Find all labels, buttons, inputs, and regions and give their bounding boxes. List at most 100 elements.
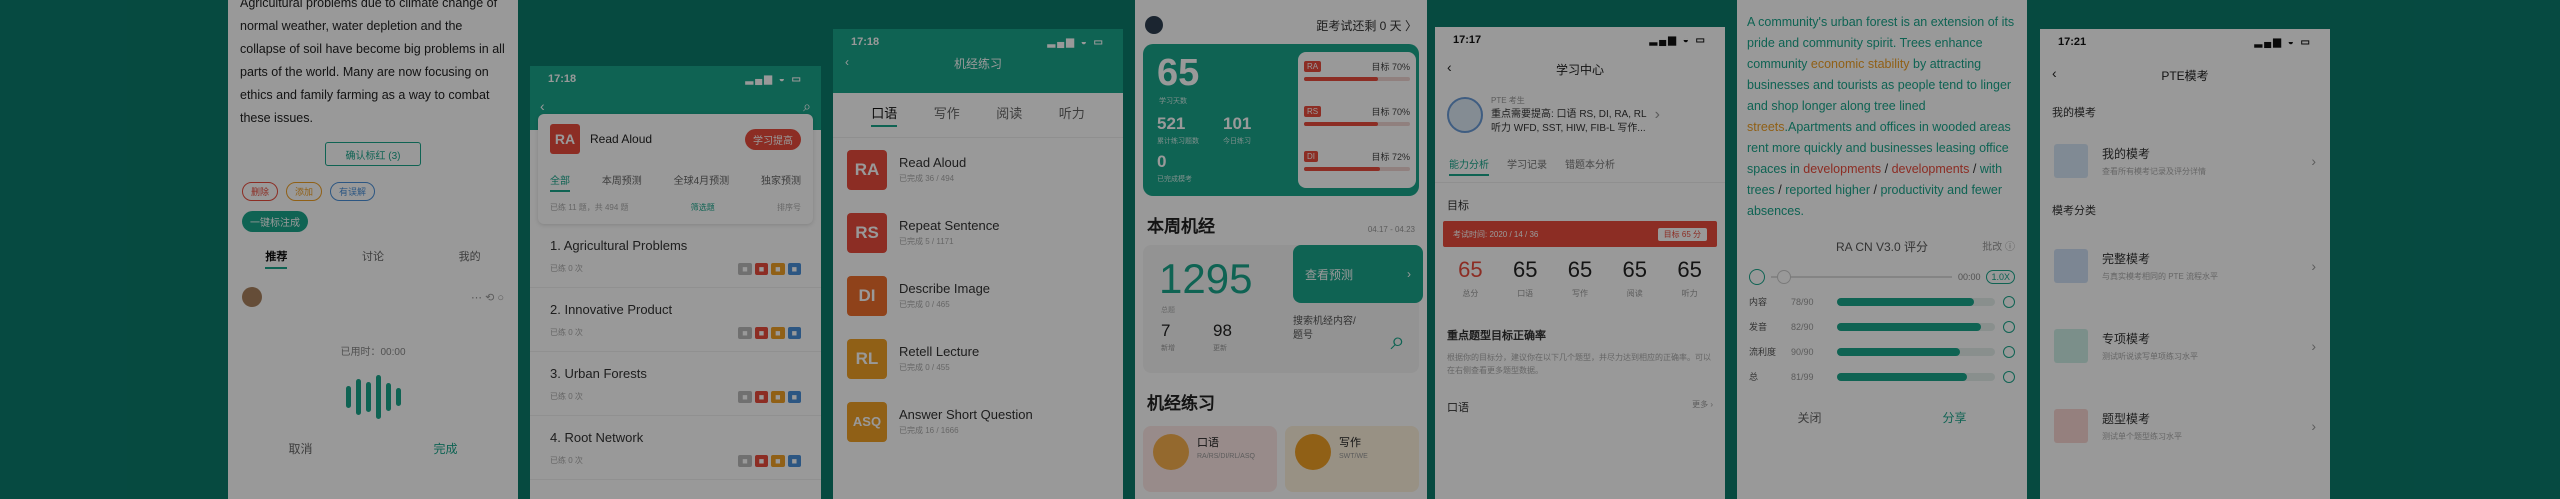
tab-listening[interactable]: 听力 [1059, 103, 1085, 127]
close-button[interactable]: 关闭 [1797, 409, 1821, 426]
tab-ability[interactable]: 能力分析 [1449, 156, 1489, 176]
list-item[interactable]: 专项模考 测试听说读写单项练习水平 › [2040, 306, 2330, 386]
cancel-button[interactable]: 取消 [288, 440, 312, 457]
confirm-button[interactable]: 确认标红 (3) [325, 142, 421, 166]
tab-reading[interactable]: 阅读 [996, 103, 1022, 127]
speed-button[interactable]: 1.0X [1986, 270, 2015, 284]
back-icon[interactable]: ‹ [845, 55, 849, 69]
tab-recommend[interactable]: 推荐 [265, 248, 288, 269]
writing-card[interactable]: 写作 SWT/WE [1285, 426, 1419, 492]
list-item[interactable]: RS Repeat Sentence 已完成 5 / 1171 [833, 201, 1123, 264]
tab-all[interactable]: 全部 [550, 172, 570, 192]
profile-card[interactable]: PTE 考生 重点需要提高: 口语 RS, DI, RA, RL 听力 WFD,… [1435, 86, 1725, 144]
list-item[interactable]: ASQ Answer Short Question 已完成 16 / 1666 [833, 390, 1123, 453]
search-label: 搜索机经内容/题号 [1293, 316, 1356, 341]
done-button[interactable]: 完成 [433, 440, 457, 457]
back-icon[interactable]: ‹ [1447, 59, 1452, 75]
avatar [242, 287, 262, 307]
chevron-right-icon: › [2311, 338, 2316, 354]
asq-icon: ASQ [847, 401, 887, 442]
highlighted-passage: A community's urban forest is an extensi… [1747, 15, 2015, 218]
chevron-right-icon: › [2311, 258, 2316, 274]
status-time: 17:18 [851, 36, 880, 48]
share-button[interactable]: 分享 [1942, 409, 1966, 426]
play-icon[interactable] [1749, 269, 1765, 285]
sort-link[interactable]: 排序号 [777, 202, 801, 213]
list-item[interactable]: 4. Root Network 已练 0 次 ■ ■ ■ ■ [530, 416, 821, 480]
audio-slider[interactable] [1771, 270, 1952, 284]
phone-mock-exam: 17:21 ▂▄▆ ◒ ▭ ‹ PTE模考 我的模考 我的模考 查看所有模考记录及评分… [2040, 29, 2330, 499]
status-time: 17:21 [2058, 36, 2087, 48]
audio-player: 00:00 1.0X [1737, 255, 2027, 285]
filter-link[interactable]: 筛选题 [691, 202, 715, 213]
goal-row: RA 目标 70% [1304, 60, 1410, 81]
view-prediction-button[interactable]: 查看预测 › [1293, 245, 1423, 303]
phone-learning-center: 17:17 ▂▄▆ ◒ ▭ ‹ 学习中心 PTE 考生 重点需要提高: 口语 RS,… [1435, 27, 1725, 499]
tab-weekly[interactable]: 本周预测 [602, 172, 642, 192]
list-item[interactable]: 题型模考 测试单个题型练习水平 › [2040, 386, 2330, 466]
page-title: 学习中心 [1555, 63, 1604, 77]
stats-card: 65 学习天数 521 累计练习题数 101 今日练习 0 已完成模考 RA 目标… [1143, 44, 1419, 196]
page-title: PTE模考 [2161, 69, 2209, 83]
passage-text: Agricultural problems due to climate cha… [240, 0, 505, 125]
practice-button[interactable]: 学习提高 [745, 128, 801, 150]
list-item[interactable]: 2. Innovative Product 已练 0 次 ■ ■ ■ ■ [530, 288, 821, 352]
list-item[interactable]: RL Retell Lecture 已完成 0 / 455 [833, 327, 1123, 390]
list-item[interactable]: 我的模考 查看所有模考记录及评分详情 › [2040, 128, 2330, 194]
ra-icon: RA [550, 124, 580, 154]
practice-title: 机经练习 [1147, 394, 1215, 413]
rl-icon: RL [847, 338, 887, 379]
list-item[interactable]: 1. Agricultural Problems 已练 0 次 ■ ■ ■ ■ [530, 224, 821, 288]
signal-icon: ▂▄▆ ◒ ▭ [1047, 36, 1105, 48]
list-item[interactable]: DI Describe Image 已完成 0 / 465 [833, 264, 1123, 327]
document-icon [2054, 144, 2088, 178]
more-link[interactable]: 更多 › [1692, 399, 1713, 415]
exam-icon [2054, 409, 2088, 443]
tab-global[interactable]: 全球4月预测 [674, 172, 730, 192]
tab-mine[interactable]: 我的 [459, 248, 481, 269]
search-icon[interactable]: ⌕ [1390, 325, 1405, 357]
list-item[interactable]: 完整模考 与真实模考相同的 PTE 流程水平 › [2040, 226, 2330, 306]
tag-delete[interactable]: 删除 [242, 182, 279, 201]
info-icon [2003, 320, 2015, 333]
search-icon[interactable]: ⌕ [803, 98, 811, 115]
rs-icon: RS [847, 212, 887, 253]
page-title: 机经练习 [953, 57, 1002, 71]
ra-icon: RA [847, 149, 887, 190]
tag-add[interactable]: 添加 [286, 182, 323, 201]
tab-mistakes[interactable]: 错题本分析 [1565, 156, 1615, 176]
goal-row: DI 目标 72% [1304, 150, 1410, 171]
score-title: RA CN V3.0 评分 [1835, 240, 1929, 254]
avatar [1447, 97, 1483, 133]
chevron-right-icon: › [2311, 418, 2316, 434]
score-row: 内容 78/90 [1737, 285, 2027, 310]
tag-misunderstand[interactable]: 有误解 [330, 182, 376, 201]
speaking-card[interactable]: 口语 RA/RS/DI/RL/ASQ [1143, 426, 1277, 492]
score-row: 65 总分 65 口语 65 写作 65 阅读 65 听力 [1458, 257, 1702, 298]
tab-records[interactable]: 学习记录 [1507, 156, 1547, 176]
week-range: 04.17 - 04.23 [1367, 225, 1415, 234]
tab-speaking[interactable]: 口语 [871, 103, 898, 127]
pen-icon [1295, 434, 1331, 470]
more-icon[interactable]: ⋯ ⟲ ○ [471, 291, 504, 304]
exam-countdown[interactable]: 距考试还剩 0 天 〉 [1316, 17, 1417, 34]
phone-practice-categories: 17:18 ▂▄▆ ◒ ▭ ‹ 机经练习 口语 写作 阅读 听力 RA Read A… [833, 29, 1123, 499]
tab-discuss[interactable]: 讨论 [362, 248, 384, 269]
score-row: 总 81/99 [1737, 360, 2027, 385]
tab-exclusive[interactable]: 独家预测 [761, 172, 801, 192]
section-title: 重点题型目标正确率 [1447, 330, 1546, 342]
tab-writing[interactable]: 写作 [934, 103, 960, 127]
goal-panel: RA 目标 70% RS 目标 70% DI 目标 72% [1298, 52, 1416, 188]
back-icon[interactable]: ‹ [540, 98, 545, 115]
back-icon[interactable]: ‹ [2052, 65, 2057, 81]
review-link[interactable]: 批改 ⓘ [1982, 238, 2015, 253]
week-card: 1295 总题 7 新增 98 更新 查看预测 › 搜索机经内容/题号 ⌕ [1143, 245, 1423, 373]
list-item[interactable]: RA Read Aloud 已完成 36 / 494 [833, 138, 1123, 201]
one-click-button[interactable]: 一键标注成 [242, 211, 308, 232]
list-item[interactable]: 3. Urban Forests 已练 0 次 ■ ■ ■ ■ [530, 352, 821, 416]
microphone-icon [1153, 434, 1189, 470]
phone-read-aloud-list: 17:18 ▂▄▆ ◒ ▭ ‹ ⌕ RA Read Aloud 学习提高 全部 本周… [530, 66, 821, 499]
signal-icon: ▂▄▆ ◒ ▭ [2254, 36, 2312, 48]
phone-score-report: A community's urban forest is an extensi… [1737, 0, 2027, 499]
waveform-icon[interactable] [228, 372, 518, 422]
